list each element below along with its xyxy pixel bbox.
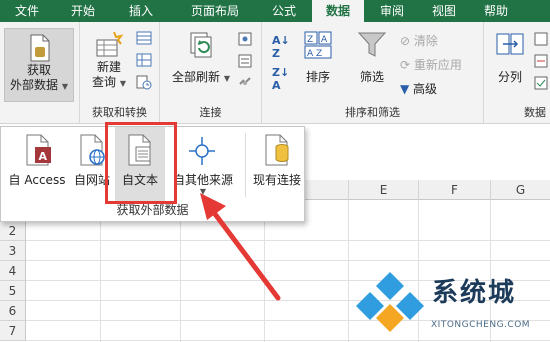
new-query-line2: 查询 ▼ bbox=[92, 75, 126, 89]
row-header-3[interactable]: 3 bbox=[0, 241, 26, 261]
svg-text:A Z: A Z bbox=[307, 49, 322, 59]
chevron-down-icon: ▼ bbox=[61, 82, 68, 91]
remove-duplicates-icon[interactable] bbox=[534, 54, 548, 68]
advanced-filter-button[interactable]: ▼ 高级 bbox=[400, 80, 437, 98]
filter-button[interactable]: 筛选 bbox=[350, 26, 394, 100]
tab-page-layout[interactable]: 页面布局 bbox=[176, 0, 254, 22]
web-globe-icon bbox=[80, 134, 105, 166]
access-file-icon: A bbox=[26, 134, 51, 166]
connections-icon[interactable] bbox=[238, 32, 252, 46]
text-to-columns-label: 分列 bbox=[497, 70, 522, 84]
advanced-filter-icon: ▼ bbox=[400, 82, 414, 96]
tab-data[interactable]: 数据 bbox=[312, 0, 364, 22]
reapply-button[interactable]: ⟳ 重新应用 bbox=[400, 56, 462, 74]
flash-fill-icon[interactable] bbox=[534, 32, 548, 46]
tab-review[interactable]: 审阅 bbox=[370, 0, 414, 22]
svg-text:Z: Z bbox=[307, 35, 313, 45]
from-other-sources-button[interactable]: 自其他来源 ▼ bbox=[167, 127, 239, 203]
tab-formulas[interactable]: 公式 bbox=[262, 0, 306, 22]
refresh-all-icon bbox=[190, 32, 212, 58]
existing-connections-button[interactable]: 现有连接 bbox=[249, 127, 305, 203]
svg-text:A: A bbox=[321, 35, 328, 45]
from-other-sources-label: 自其他来源 bbox=[172, 173, 233, 187]
text-to-columns-icon bbox=[496, 33, 524, 55]
sort-ascending-icon[interactable]: A↓ Z bbox=[272, 34, 290, 60]
group-label-sort-filter: 排序和筛选 bbox=[345, 106, 400, 119]
group-label-get-transform: 获取和转换 bbox=[92, 106, 147, 119]
highlight-box bbox=[105, 122, 177, 204]
filter-funnel-icon bbox=[357, 32, 387, 57]
group-connections: 全部刷新 ▼ 连接 bbox=[160, 22, 262, 124]
clear-filter-button[interactable]: ⊘ 清除 bbox=[400, 32, 438, 50]
watermark-subtitle: XITONGCHENG.COM bbox=[431, 320, 531, 330]
ribbon: 获取 外部数据 ▼ 新建 查询 ▼ 获取和转换 全部刷新 ▼ 连接 A↓ Z Z… bbox=[0, 22, 550, 124]
gridline bbox=[26, 260, 550, 261]
get-external-data-line2: 外部数据 ▼ bbox=[10, 78, 68, 92]
recent-sources-icon[interactable] bbox=[136, 74, 152, 90]
tab-home[interactable]: 开始 bbox=[58, 0, 108, 22]
tab-insert[interactable]: 插入 bbox=[116, 0, 166, 22]
tab-help[interactable]: 帮助 bbox=[474, 0, 518, 22]
tab-file[interactable]: 文件 bbox=[2, 0, 52, 22]
refresh-all-button[interactable]: 全部刷新 ▼ bbox=[170, 26, 232, 100]
gridline bbox=[348, 200, 349, 342]
text-to-columns-button[interactable]: 分列 bbox=[490, 26, 530, 100]
column-header-g[interactable]: G bbox=[490, 180, 550, 200]
show-queries-icon[interactable] bbox=[136, 30, 152, 46]
from-access-button[interactable]: A 自 Access bbox=[5, 127, 69, 203]
edit-links-icon[interactable] bbox=[238, 76, 252, 90]
chevron-down-icon: ▼ bbox=[223, 74, 230, 83]
tab-view[interactable]: 视图 bbox=[422, 0, 466, 22]
gridline bbox=[26, 240, 550, 241]
sort-label: 排序 bbox=[305, 70, 330, 84]
group-get-external-data: 获取 外部数据 ▼ bbox=[0, 22, 80, 124]
from-table-icon[interactable] bbox=[136, 52, 152, 68]
new-query-icon bbox=[96, 31, 124, 57]
from-access-label: 自 Access bbox=[8, 173, 66, 187]
other-sources-icon bbox=[189, 137, 215, 165]
get-external-data-button[interactable]: 获取 外部数据 ▼ bbox=[4, 28, 74, 102]
sort-button[interactable]: Z A A Z 排序 bbox=[298, 26, 338, 100]
group-data-tools: 分列 数据 bbox=[484, 22, 550, 124]
data-validation-icon[interactable] bbox=[534, 76, 548, 90]
group-label-connections: 连接 bbox=[199, 106, 222, 119]
row-header-2[interactable]: 2 bbox=[0, 221, 26, 241]
clear-filter-icon: ⊘ bbox=[400, 34, 414, 48]
watermark-logo-icon bbox=[356, 272, 424, 332]
database-file-icon bbox=[30, 34, 50, 62]
row-header-5[interactable]: 5 bbox=[0, 281, 26, 301]
new-query-line1: 新建 bbox=[96, 60, 121, 74]
existing-connections-label: 现有连接 bbox=[252, 173, 301, 187]
reapply-icon: ⟳ bbox=[400, 58, 414, 72]
new-query-button[interactable]: 新建 查询 ▼ bbox=[86, 26, 132, 100]
chevron-down-icon: ▼ bbox=[119, 79, 126, 88]
sort-descending-icon[interactable]: Z↓ A bbox=[272, 66, 289, 92]
watermark-title: 系统城 bbox=[432, 278, 517, 308]
dropdown-divider bbox=[245, 133, 246, 197]
group-sort-filter: A↓ Z Z↓ A Z A A Z 排序 筛选 ⊘ 清除 ⟳ 重新应用 ▼ 高级 排… bbox=[262, 22, 484, 124]
row-header-6[interactable]: 6 bbox=[0, 301, 26, 321]
existing-connections-icon bbox=[265, 134, 289, 166]
filter-label: 筛选 bbox=[359, 70, 384, 84]
group-label-data-tools: 数据 bbox=[524, 106, 546, 119]
row-header-7[interactable]: 7 bbox=[0, 321, 26, 341]
gridline bbox=[26, 340, 550, 341]
column-header-f[interactable]: F bbox=[418, 180, 490, 200]
get-external-data-line1: 获取 bbox=[26, 63, 51, 77]
ribbon-tab-bar: 文件 开始 插入 页面布局 公式 数据 审阅 视图 帮助 bbox=[0, 0, 550, 22]
svg-text:A: A bbox=[39, 150, 48, 163]
sort-dialog-icon: Z A A Z bbox=[304, 31, 332, 59]
row-header-4[interactable]: 4 bbox=[0, 261, 26, 281]
refresh-all-label: 全部刷新 ▼ bbox=[172, 70, 230, 84]
chevron-down-icon: ▼ bbox=[199, 187, 207, 196]
column-header-e[interactable]: E bbox=[348, 180, 418, 200]
properties-icon[interactable] bbox=[238, 54, 252, 68]
group-get-transform: 新建 查询 ▼ 获取和转换 bbox=[80, 22, 160, 124]
